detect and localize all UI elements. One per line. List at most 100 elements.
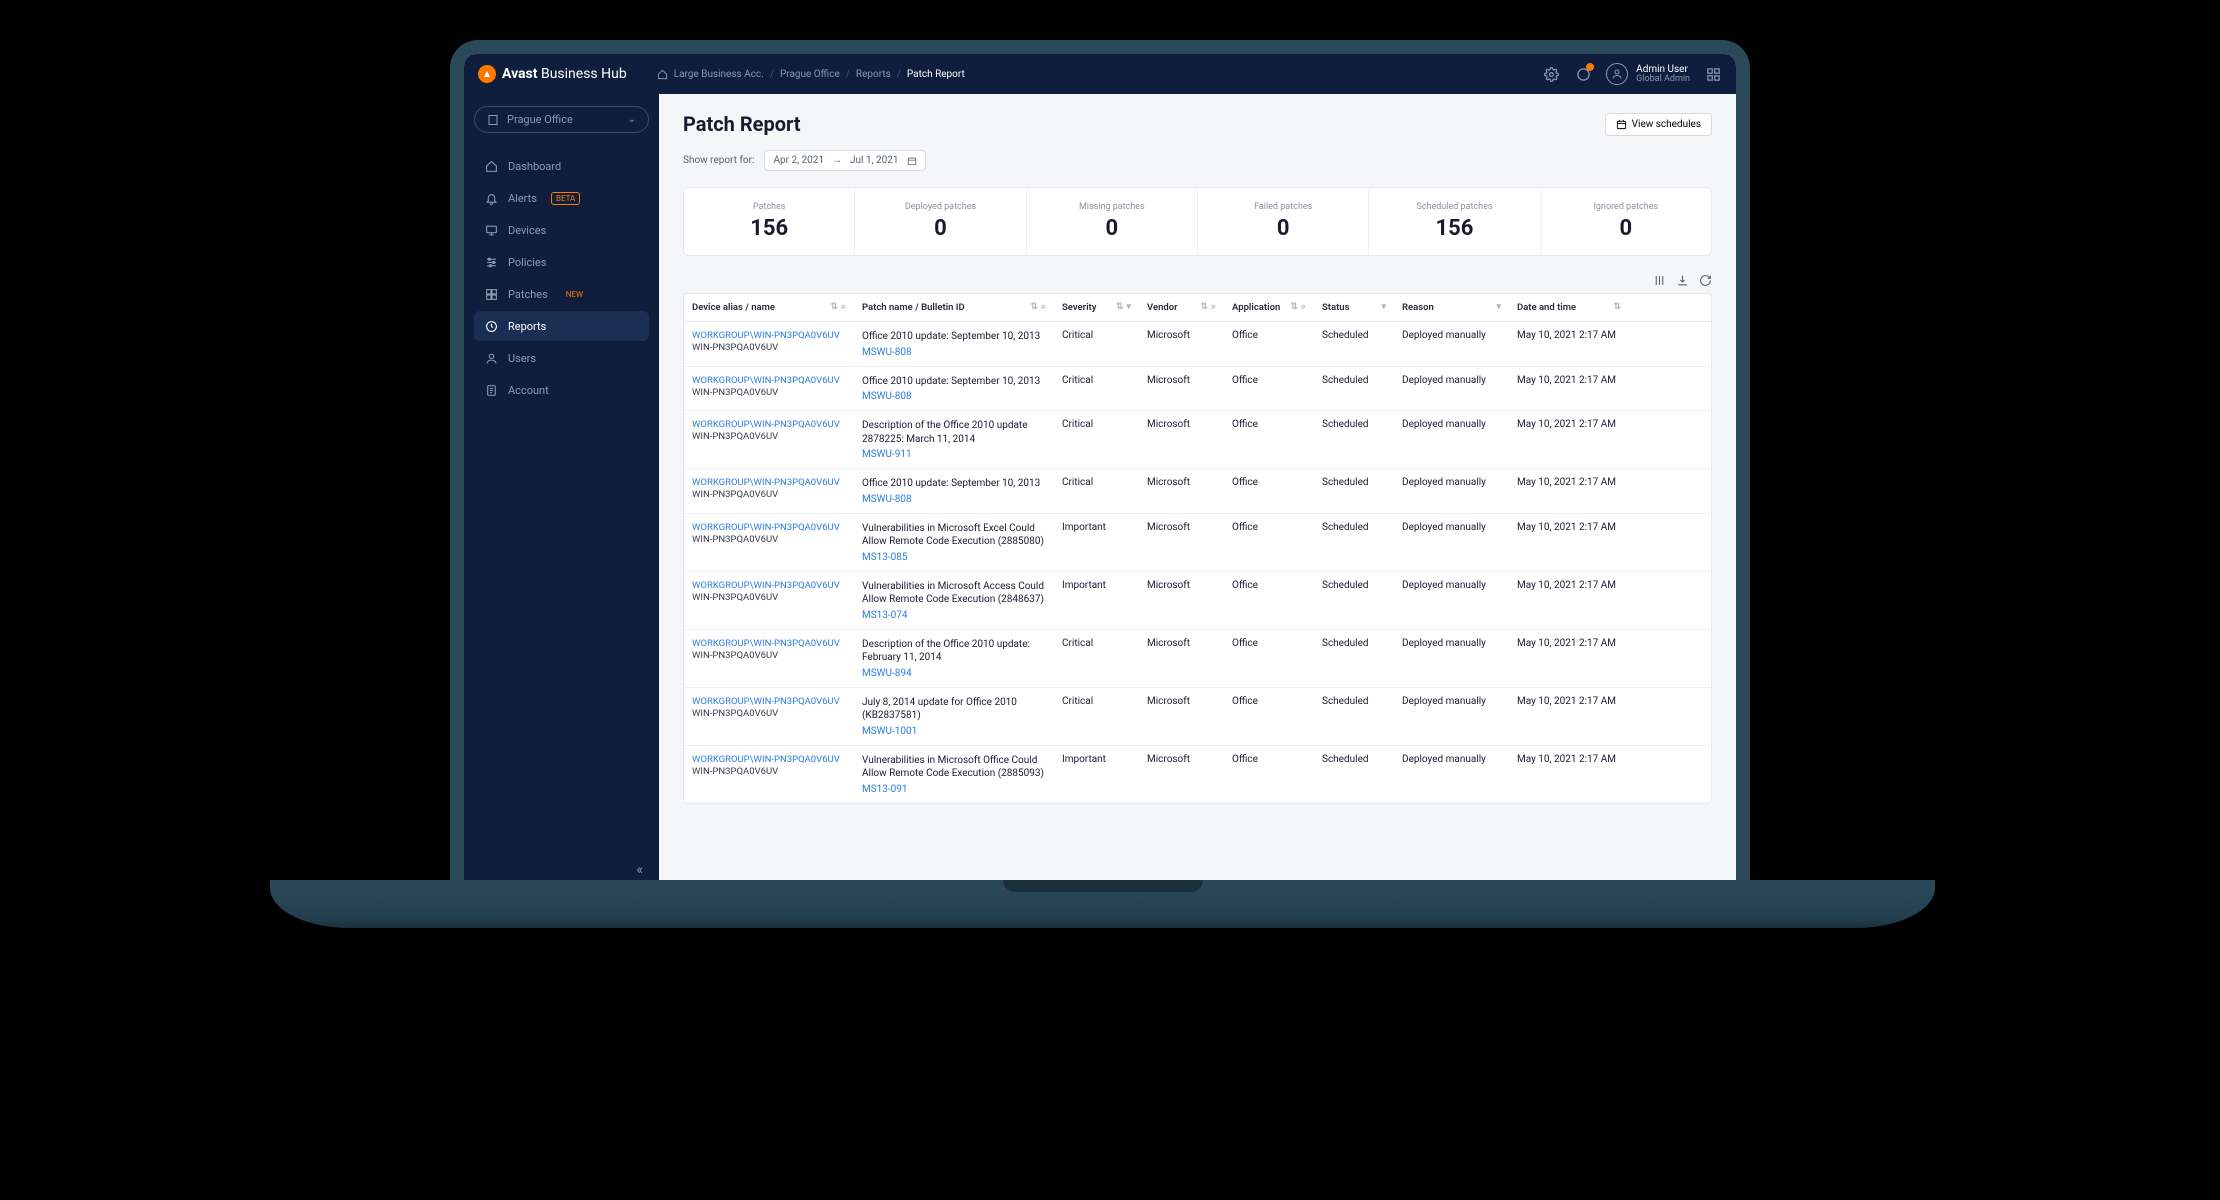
cell-severity: Critical xyxy=(1054,322,1139,366)
cell-vendor: Microsoft xyxy=(1139,688,1224,745)
search-icon[interactable]: ⌕ xyxy=(1211,302,1216,312)
sidebar-item-patches[interactable]: PatchesNEW xyxy=(474,279,649,309)
cell-application: Office xyxy=(1224,322,1314,366)
laptop-notch xyxy=(1003,880,1203,892)
stat-label: Scheduled patches xyxy=(1379,202,1529,212)
stat-value: 0 xyxy=(1037,216,1187,241)
bulletin-link[interactable]: MSWU-808 xyxy=(862,391,912,402)
user-menu[interactable]: Admin User Global Admin xyxy=(1606,63,1690,85)
sidebar-item-policies[interactable]: Policies xyxy=(474,247,649,277)
bulletin-link[interactable]: MS13-085 xyxy=(862,552,908,563)
file-icon xyxy=(484,383,498,397)
sidebar-item-label: Alerts xyxy=(508,192,537,205)
stat-card[interactable]: Ignored patches0 xyxy=(1541,188,1711,255)
table-row: WORKGROUP\WIN-PN3PQA0V6UVWIN-PN3PQA0V6UV… xyxy=(684,688,1711,746)
sidebar-item-label: Dashboard xyxy=(508,160,561,173)
col-vendor[interactable]: Vendor⇅⌕ xyxy=(1139,294,1224,321)
cell-datetime: May 10, 2021 2:17 AM xyxy=(1509,322,1629,366)
search-icon[interactable]: ⌕ xyxy=(1041,302,1046,312)
bulletin-link[interactable]: MSWU-808 xyxy=(862,347,912,358)
device-alias-link[interactable]: WORKGROUP\WIN-PN3PQA0V6UV xyxy=(692,754,840,765)
device-alias-link[interactable]: WORKGROUP\WIN-PN3PQA0V6UV xyxy=(692,522,840,533)
calendar-icon xyxy=(907,156,917,166)
col-status[interactable]: Status▾ xyxy=(1314,294,1394,321)
cell-severity: Critical xyxy=(1054,630,1139,687)
building-icon xyxy=(487,114,499,126)
breadcrumb-item[interactable]: Large Business Acc. xyxy=(674,69,764,80)
col-patch[interactable]: Patch name / Bulletin ID⇅⌕ xyxy=(854,294,1054,321)
device-alias-link[interactable]: WORKGROUP\WIN-PN3PQA0V6UV xyxy=(692,330,840,341)
columns-icon[interactable] xyxy=(1653,274,1666,287)
stat-card[interactable]: Scheduled patches156 xyxy=(1369,188,1540,255)
sort-icon[interactable]: ⇅ xyxy=(1200,302,1208,312)
table-row: WORKGROUP\WIN-PN3PQA0V6UVWIN-PN3PQA0V6UV… xyxy=(684,572,1711,630)
breadcrumb-item-active: Patch Report xyxy=(907,69,965,80)
sidebar-item-alerts[interactable]: AlertsBETA xyxy=(474,183,649,213)
sidebar-item-dashboard[interactable]: Dashboard xyxy=(474,151,649,181)
sidebar-item-reports[interactable]: Reports xyxy=(474,311,649,341)
bulletin-link[interactable]: MSWU-894 xyxy=(862,668,912,679)
breadcrumb-item[interactable]: Prague Office xyxy=(780,69,840,80)
bulletin-link[interactable]: MSWU-911 xyxy=(862,449,912,460)
stat-card[interactable]: Missing patches0 xyxy=(1027,188,1198,255)
sort-icon[interactable]: ⇅ xyxy=(830,302,838,312)
sort-icon[interactable]: ⇅ xyxy=(1116,302,1124,312)
sort-icon[interactable]: ⇅ xyxy=(1290,302,1298,312)
arrow-right-icon: → xyxy=(832,155,842,166)
view-schedules-button[interactable]: View schedules xyxy=(1605,113,1712,136)
col-application[interactable]: Application⇅⌕ xyxy=(1224,294,1314,321)
bulletin-link[interactable]: MSWU-808 xyxy=(862,494,912,505)
stat-card[interactable]: Patches156 xyxy=(684,188,855,255)
download-icon[interactable] xyxy=(1676,274,1689,287)
search-icon[interactable]: ⌕ xyxy=(1301,302,1306,312)
device-alias-link[interactable]: WORKGROUP\WIN-PN3PQA0V6UV xyxy=(692,419,840,430)
cell-application: Office xyxy=(1224,572,1314,629)
bell-icon xyxy=(484,191,498,205)
stat-card[interactable]: Failed patches0 xyxy=(1198,188,1369,255)
filter-icon[interactable]: ▾ xyxy=(1496,302,1501,312)
cell-reason: Deployed manually xyxy=(1394,469,1509,513)
brand[interactable]: Avast Business Hub xyxy=(478,65,627,83)
date-to: Jul 1, 2021 xyxy=(850,155,899,166)
sidebar-item-account[interactable]: Account xyxy=(474,375,649,405)
cell-severity: Important xyxy=(1054,514,1139,571)
sort-icon[interactable]: ⇅ xyxy=(1613,302,1621,312)
stat-label: Failed patches xyxy=(1208,202,1358,212)
device-alias-link[interactable]: WORKGROUP\WIN-PN3PQA0V6UV xyxy=(692,477,840,488)
filter-icon[interactable]: ▾ xyxy=(1126,302,1131,312)
refresh-icon[interactable] xyxy=(1699,274,1712,287)
cell-reason: Deployed manually xyxy=(1394,411,1509,468)
search-icon[interactable]: ⌕ xyxy=(841,302,846,312)
device-alias-link[interactable]: WORKGROUP\WIN-PN3PQA0V6UV xyxy=(692,696,840,707)
bulletin-link[interactable]: MS13-091 xyxy=(862,784,908,795)
col-reason[interactable]: Reason▾ xyxy=(1394,294,1509,321)
sidebar-item-users[interactable]: Users xyxy=(474,343,649,373)
col-datetime[interactable]: Date and time⇅ xyxy=(1509,294,1629,321)
user-role: Global Admin xyxy=(1636,75,1690,85)
bulletin-link[interactable]: MS13-074 xyxy=(862,610,908,621)
sort-icon[interactable]: ⇅ xyxy=(1030,302,1038,312)
bulletin-link[interactable]: MSWU-1001 xyxy=(862,726,917,737)
device-alias-link[interactable]: WORKGROUP\WIN-PN3PQA0V6UV xyxy=(692,638,840,649)
breadcrumbs: Large Business Acc. / Prague Office / Re… xyxy=(657,69,965,80)
device-alias-link[interactable]: WORKGROUP\WIN-PN3PQA0V6UV xyxy=(692,580,840,591)
laptop-frame: Avast Business Hub Large Business Acc. /… xyxy=(450,40,1750,910)
cell-vendor: Microsoft xyxy=(1139,630,1224,687)
device-alias-link[interactable]: WORKGROUP\WIN-PN3PQA0V6UV xyxy=(692,375,840,386)
sidebar-item-devices[interactable]: Devices xyxy=(474,215,649,245)
filter-icon[interactable]: ▾ xyxy=(1381,302,1386,312)
cell-vendor: Microsoft xyxy=(1139,367,1224,411)
stat-card[interactable]: Deployed patches0 xyxy=(855,188,1026,255)
apps-icon[interactable] xyxy=(1704,65,1722,83)
breadcrumb-item[interactable]: Reports xyxy=(856,69,891,80)
date-from: Apr 2, 2021 xyxy=(773,155,824,166)
col-device[interactable]: Device alias / name⇅⌕ xyxy=(684,294,854,321)
site-selector[interactable]: Prague Office ⌄ xyxy=(474,106,649,133)
laptop-base xyxy=(270,880,1935,928)
notifications-icon[interactable] xyxy=(1574,65,1592,83)
settings-icon[interactable] xyxy=(1542,65,1560,83)
col-severity[interactable]: Severity⇅▾ xyxy=(1054,294,1139,321)
stat-label: Deployed patches xyxy=(865,202,1015,212)
home-icon[interactable] xyxy=(657,69,668,80)
date-range-picker[interactable]: Apr 2, 2021 → Jul 1, 2021 xyxy=(764,150,925,171)
